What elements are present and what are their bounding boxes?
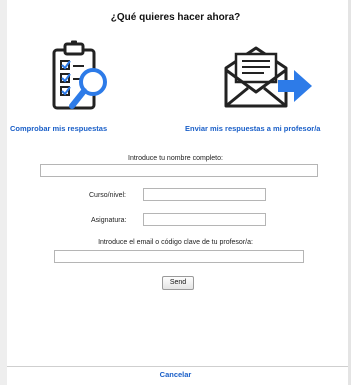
course-level-label: Curso/nivel: xyxy=(89,192,126,199)
check-answers-link[interactable]: Comprobar mis respuestas xyxy=(10,124,107,133)
send-button[interactable]: Send xyxy=(162,276,194,290)
subject-input[interactable] xyxy=(143,213,266,226)
envelope-arrow-icon[interactable] xyxy=(218,44,314,110)
send-to-teacher-link[interactable]: Enviar mis respuestas a mi profesor/a xyxy=(185,124,320,133)
teacher-email-input[interactable] xyxy=(54,250,304,263)
clipboard-magnifier-icon[interactable] xyxy=(48,40,118,116)
footer-divider xyxy=(7,366,348,367)
left-edge xyxy=(0,0,7,385)
full-name-input[interactable] xyxy=(40,164,318,177)
course-level-input[interactable] xyxy=(143,188,266,201)
cancel-link[interactable]: Cancelar xyxy=(0,370,351,379)
full-name-label: Introduce tu nombre completo: xyxy=(128,155,223,162)
dialog-frame: ¿Qué quieres hacer ahora? Comprobar mis … xyxy=(0,0,351,385)
teacher-email-label: Introduce el email o código clave de tu … xyxy=(98,239,253,246)
subject-label: Asignatura: xyxy=(91,217,127,224)
dialog-title: ¿Qué quieres hacer ahora? xyxy=(110,12,241,23)
